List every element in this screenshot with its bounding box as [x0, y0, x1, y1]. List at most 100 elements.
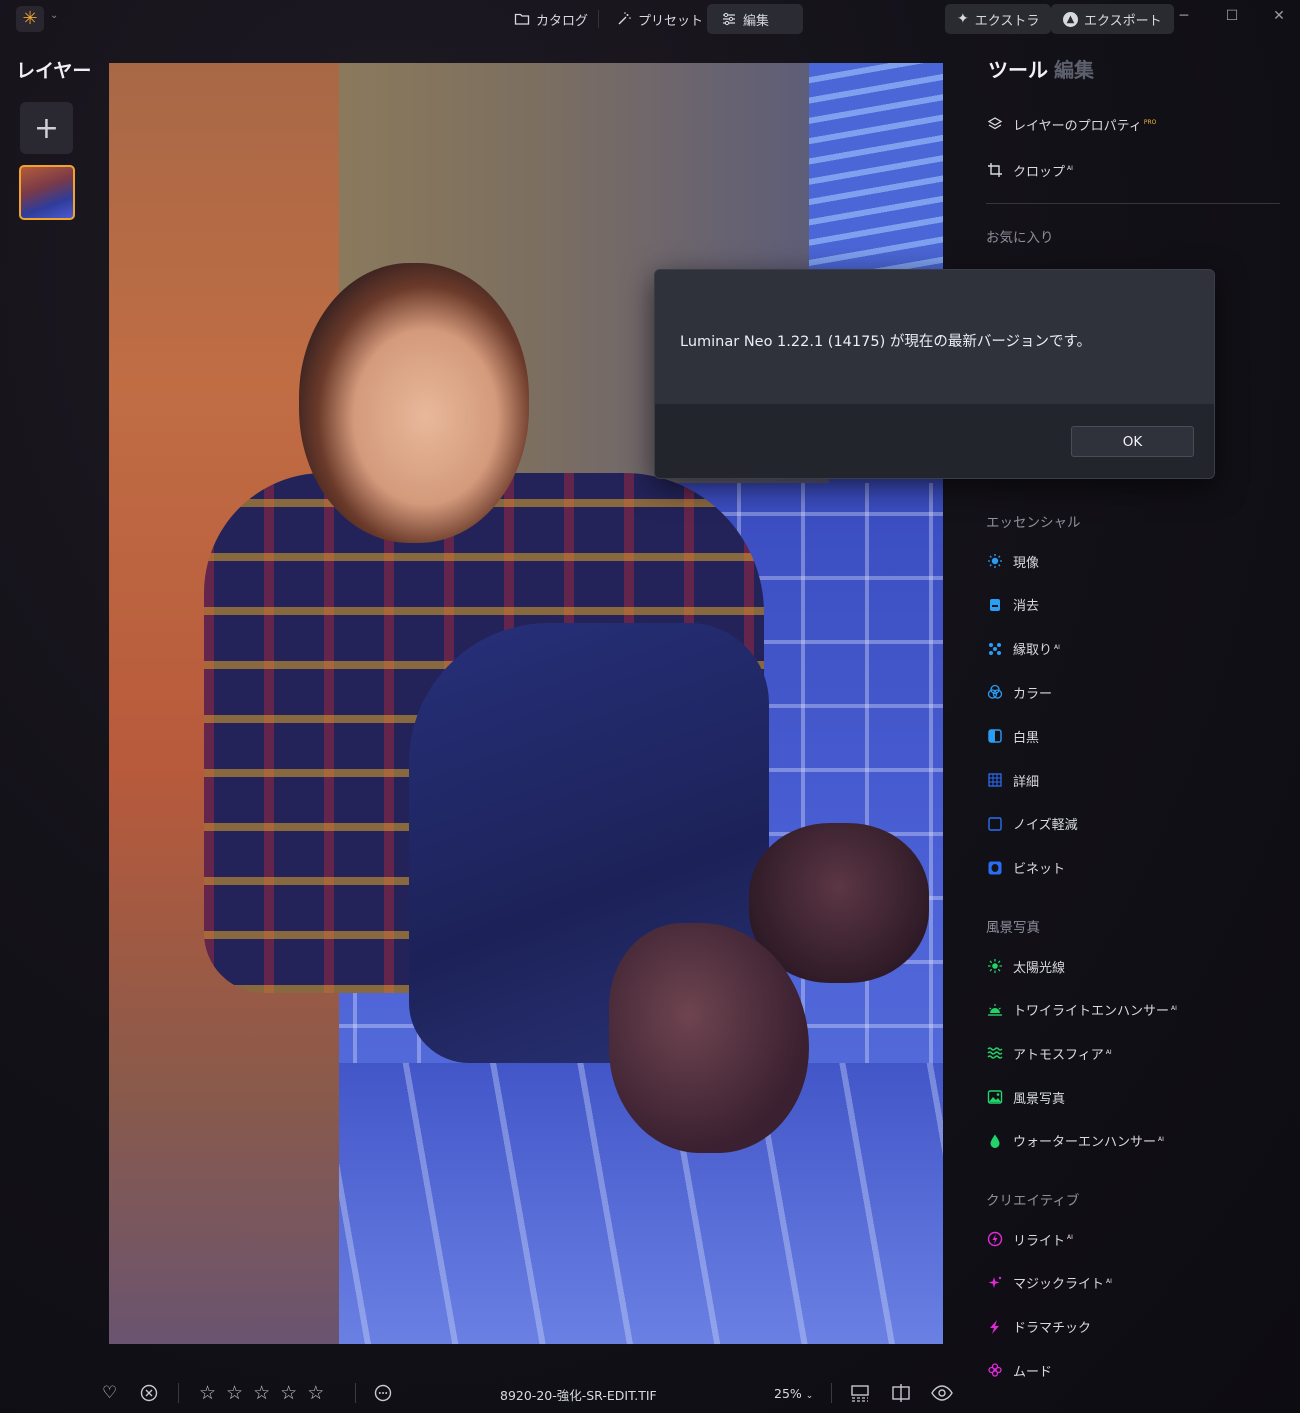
minimize-icon[interactable]: ─ [1174, 8, 1194, 24]
tool-label: 詳細 [1013, 774, 1040, 790]
lightning-icon [986, 1318, 1004, 1336]
add-layer-button[interactable]: + [20, 102, 73, 154]
tab-edits[interactable]: 編集 [1054, 54, 1094, 83]
landscape-image-icon [986, 1088, 1004, 1106]
filmstrip-icon[interactable] [850, 1382, 870, 1404]
tab-tools[interactable]: ツール [988, 54, 1048, 83]
color-circles-icon [986, 683, 1004, 701]
star-rating: ☆ ☆ ☆ ☆ ☆ [199, 1382, 324, 1404]
file-name: 8920-20-強化-SR-EDIT.TIF [500, 1388, 657, 1403]
layer-thumbnail[interactable] [19, 165, 75, 220]
tool-label: 縁取り [1013, 643, 1053, 659]
flower-icon [986, 1361, 1004, 1379]
chevron-down-icon[interactable]: ⌄ [50, 10, 58, 21]
luminar-logo-icon: ✳ [22, 8, 38, 29]
sparkle-icon [986, 1274, 1004, 1292]
sun-icon [986, 552, 1004, 570]
tab-presets[interactable]: プリセット [602, 4, 717, 34]
ai-badge: AI [1158, 1135, 1164, 1143]
crop-icon [986, 161, 1004, 179]
tool-label: ノイズ軽減 [1013, 818, 1078, 834]
half-square-icon [986, 727, 1004, 745]
tool-item[interactable]: トワイライトエンハンサー AI [986, 999, 1177, 1021]
tab-catalog[interactable]: カタログ [500, 4, 602, 34]
tool-item[interactable]: 現像 [986, 550, 1039, 572]
extra-button[interactable]: ✦ エクストラ [945, 4, 1052, 34]
tool-label: マジックライト [1013, 1277, 1105, 1293]
dialog-message: Luminar Neo 1.22.1 (14175) が現在の最新バージョンです… [680, 334, 1092, 350]
tab-catalog-label: カタログ [536, 13, 589, 29]
tool-item[interactable]: ドラマチック [986, 1316, 1091, 1338]
tab-edit[interactable]: 編集 [707, 4, 803, 34]
star-icon[interactable]: ☆ [307, 1382, 324, 1404]
tab-presets-label: プリセット [638, 13, 704, 29]
noise-square-icon [986, 815, 1004, 833]
tool-item[interactable]: マジックライト AI [986, 1272, 1112, 1294]
tool-label: トワイライトエンハンサー [1013, 1004, 1170, 1020]
tool-item[interactable]: カラー [986, 681, 1052, 703]
preview-eye-icon[interactable] [931, 1382, 953, 1404]
more-options-icon[interactable] [374, 1382, 392, 1404]
vignette-icon [986, 859, 1004, 877]
favorite-heart-icon[interactable]: ♡ [102, 1382, 117, 1404]
chevron-down-icon: ⌄ [805, 1391, 814, 1401]
tool-layer-properties[interactable]: レイヤーのプロパティ PRO [986, 113, 1156, 135]
essentials-section-title: エッセンシャル [986, 515, 1081, 531]
ai-badge: AI [1054, 643, 1060, 651]
divider [598, 10, 599, 28]
tool-label: 太陽光線 [1013, 960, 1066, 976]
close-icon[interactable]: ✕ [1269, 8, 1289, 24]
tool-item[interactable]: ウォーターエンハンサー AI [986, 1130, 1164, 1152]
tool-label: 風景写真 [1013, 1091, 1066, 1107]
export-button[interactable]: ▲ エクスポート [1051, 4, 1174, 34]
compare-icon[interactable] [891, 1382, 911, 1404]
reject-icon[interactable] [140, 1382, 158, 1404]
grid-icon [986, 771, 1004, 789]
sliders-icon [723, 12, 735, 26]
tool-item[interactable]: 太陽光線 [986, 955, 1065, 977]
tool-item[interactable]: 消去 [986, 594, 1039, 616]
version-dialog: Luminar Neo 1.22.1 (14175) が現在の最新バージョンです… [654, 269, 1215, 479]
star-icon[interactable]: ☆ [280, 1382, 297, 1404]
star-icon[interactable]: ☆ [226, 1382, 243, 1404]
tool-item[interactable]: アトモスフィア AI [986, 1042, 1112, 1064]
tool-item[interactable]: ノイズ軽減 [986, 813, 1078, 835]
tool-item[interactable]: 縁取り AI [986, 638, 1060, 660]
tool-label: アトモスフィア [1013, 1047, 1104, 1063]
layers-icon [986, 115, 1004, 133]
twilight-icon [986, 1001, 1004, 1019]
tool-item[interactable]: リライト AI [986, 1228, 1073, 1250]
tool-label: ウォーターエンハンサー [1013, 1135, 1157, 1151]
ai-badge: AI [1105, 1048, 1112, 1056]
landscape-section-title: 風景写真 [986, 920, 1040, 936]
tool-item[interactable]: 風景写真 [986, 1086, 1065, 1108]
ok-button[interactable]: OK [1071, 426, 1194, 457]
plus-icon: + [33, 110, 60, 146]
ai-badge: AI [1067, 165, 1073, 173]
tool-item[interactable]: ムード [986, 1359, 1052, 1381]
ai-badge: AI [1067, 1234, 1073, 1242]
maximize-icon[interactable]: ☐ [1222, 8, 1242, 24]
divider [986, 203, 1280, 204]
tab-edit-label: 編集 [743, 13, 770, 29]
tool-label: カラー [1013, 686, 1053, 702]
app-menu-button[interactable]: ✳ [16, 6, 44, 32]
photo-canvas[interactable] [109, 63, 943, 1344]
tool-item[interactable]: 詳細 [986, 769, 1039, 791]
tool-label: ムード [1013, 1364, 1053, 1380]
tool-label: ドラマチック [1013, 1321, 1092, 1337]
star-icon[interactable]: ☆ [199, 1382, 216, 1404]
tool-crop[interactable]: クロップ AI [986, 159, 1073, 181]
ai-badge: AI [1106, 1277, 1112, 1285]
sparkle-icon: ✦ [957, 11, 969, 27]
water-drop-icon [986, 1132, 1004, 1150]
tool-label: クロップ [1013, 164, 1066, 180]
tool-label: 現像 [1013, 555, 1040, 571]
star-icon[interactable]: ☆ [253, 1382, 270, 1404]
tool-item[interactable]: ビネット [986, 857, 1065, 879]
ai-badge: AI [1171, 1004, 1177, 1012]
tool-item[interactable]: 白黒 [986, 725, 1039, 747]
tool-label: ビネット [1013, 862, 1066, 878]
zoom-dropdown[interactable]: 25% ⌄ [774, 1386, 813, 1401]
tool-label: 消去 [1013, 599, 1040, 615]
